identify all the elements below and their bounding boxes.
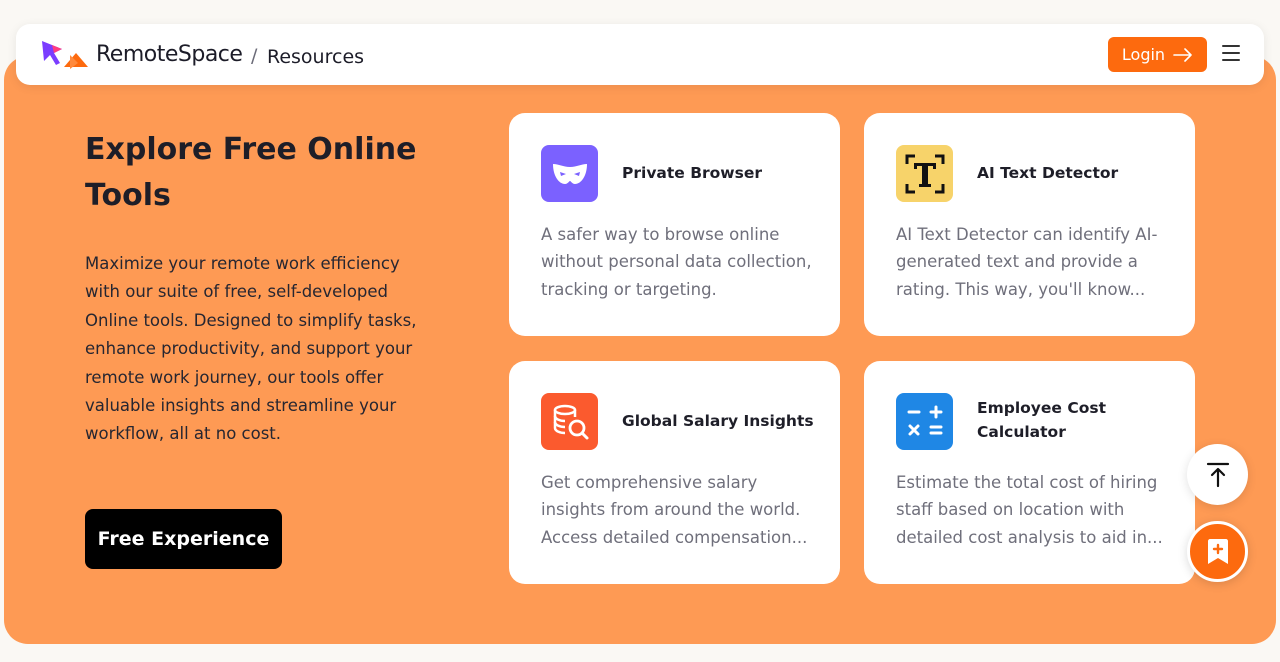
scroll-to-top-button[interactable] (1187, 444, 1248, 505)
tool-card-ai-text-detector[interactable]: AI Text Detector AI Text Detector can id… (864, 113, 1195, 336)
tool-card-title: Global Salary Insights (622, 412, 814, 430)
hero-description: Maximize your remote work efficiency wit… (85, 254, 417, 444)
login-label: Login (1121, 45, 1166, 64)
tool-card-description: A safer way to browse online without per… (541, 225, 812, 299)
tool-card-description: Get comprehensive salary insights from a… (541, 473, 808, 547)
top-navbar: RemoteSpace / Resources Login (16, 24, 1264, 85)
salary-search-icon (541, 393, 598, 450)
hero-title: Explore Free Online Tools (85, 132, 417, 213)
text-detect-icon (896, 145, 953, 202)
feedback-button[interactable] (1187, 521, 1248, 582)
brand-name[interactable]: RemoteSpace (96, 42, 243, 67)
breadcrumb-resources[interactable]: Resources (267, 46, 364, 68)
free-experience-button[interactable]: Free Experience (85, 509, 282, 569)
login-button[interactable]: Login (1108, 37, 1207, 72)
tool-card-title: AI Text Detector (977, 164, 1119, 182)
breadcrumb-separator: / (251, 45, 258, 67)
tool-card-private-browser[interactable]: Private Browser A safer way to browse on… (509, 113, 840, 336)
add-note-icon (1207, 538, 1228, 564)
tool-card-description: AI Text Detector can identify AI-generat… (896, 225, 1158, 299)
calculator-icon (896, 393, 953, 450)
mask-icon (541, 145, 598, 202)
remotespace-logo-icon[interactable] (40, 39, 92, 71)
hamburger-menu-icon[interactable] (1222, 45, 1240, 61)
tool-card-title: Employee Cost Calculator (977, 399, 1106, 441)
tool-card-title: Private Browser (622, 164, 763, 182)
tool-card-employee-cost-calculator[interactable]: Employee Cost Calculator Estimate the to… (864, 361, 1195, 584)
tool-card-description: Estimate the total cost of hiring staff … (896, 473, 1163, 547)
scroll-to-top-icon (1206, 462, 1229, 487)
tool-card-global-salary-insights[interactable]: Global Salary Insights Get comprehensive… (509, 361, 840, 584)
arrow-right-icon (1173, 47, 1192, 62)
